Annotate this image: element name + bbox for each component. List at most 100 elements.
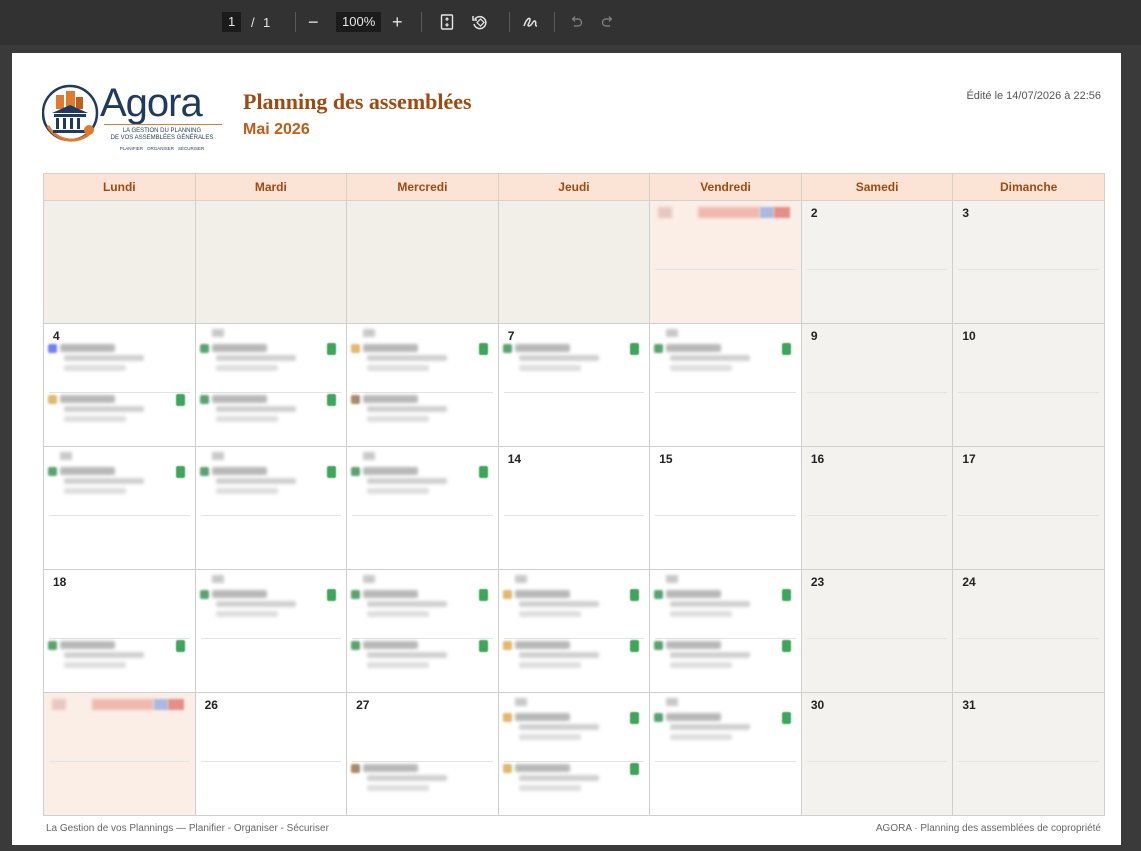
calendar-day-cell[interactable]: 3: [952, 200, 1105, 324]
calendar-day-cell[interactable]: [346, 569, 499, 693]
cell-divider: [806, 392, 948, 393]
calendar-week-row: 23: [43, 200, 1105, 324]
calendar-day-cell[interactable]: [194, 569, 348, 693]
assembly-event[interactable]: [502, 341, 642, 379]
logo-tagline-1: LA GESTION DU PLANNING: [122, 128, 202, 134]
calendar-day-cell[interactable]: [346, 200, 499, 324]
day-number: 16: [810, 452, 825, 466]
calendar-week-row: 4 7 9 10: [43, 323, 1105, 447]
cell-divider: [655, 515, 796, 516]
page-subtitle: Mai 2026: [243, 121, 310, 138]
calendar-day-cell[interactable]: [497, 200, 651, 324]
calendar-day-cell[interactable]: 9: [800, 323, 954, 447]
calendar-day-cell[interactable]: [194, 200, 348, 324]
fit-page-icon[interactable]: [440, 11, 454, 33]
calendar-day-cell[interactable]: [346, 446, 499, 570]
calendar-day-cell[interactable]: 30: [800, 692, 954, 816]
calendar-day-cell[interactable]: [194, 323, 348, 447]
day-number: 3: [962, 206, 970, 220]
weekday-header: Lundi: [43, 173, 196, 201]
day-number: 24: [962, 575, 976, 589]
calendar-day-cell[interactable]: [497, 692, 651, 816]
calendar-day-cell[interactable]: 23: [800, 569, 954, 693]
logo-tagline-2: DE VOS ASSEMBLÉES GÉNÉRALES: [110, 135, 214, 141]
draw-icon[interactable]: [522, 11, 540, 33]
assembly-event[interactable]: [653, 638, 793, 676]
page-number-input[interactable]: 1: [222, 11, 242, 33]
calendar-day-cell[interactable]: [43, 200, 196, 324]
calendar-day-cell[interactable]: 2: [800, 200, 954, 324]
weekday-header: Vendredi: [649, 173, 802, 201]
assembly-event[interactable]: [350, 392, 490, 430]
assembly-event[interactable]: [653, 575, 793, 625]
pdf-toolbar: 1 / 1 − 100% +: [0, 0, 1141, 45]
calendar-day-cell[interactable]: 14: [497, 446, 651, 570]
calendar-day-cell[interactable]: 4: [43, 323, 196, 447]
zoom-out-button[interactable]: −: [308, 11, 319, 33]
calendar-day-cell[interactable]: [649, 569, 802, 693]
calendar-day-cell[interactable]: 17: [952, 446, 1105, 570]
assembly-event[interactable]: [350, 329, 490, 379]
assembly-event[interactable]: [653, 698, 793, 748]
calendar-day-cell[interactable]: 27: [346, 692, 499, 816]
assembly-event[interactable]: [47, 392, 187, 430]
calendar-day-cell[interactable]: [194, 446, 348, 570]
calendar-week-row: 14 15 16 17: [43, 446, 1105, 570]
toolbar-divider: [554, 12, 555, 32]
calendar-day-cell[interactable]: 24: [952, 569, 1105, 693]
assembly-event[interactable]: [199, 452, 339, 502]
calendar-day-cell[interactable]: 18: [43, 569, 196, 693]
calendar-day-cell[interactable]: 31: [952, 692, 1105, 816]
logo-pill: SÉCURISER: [178, 146, 205, 151]
cell-divider: [806, 638, 948, 639]
cell-divider: [958, 638, 1099, 639]
cell-divider: [806, 269, 948, 270]
calendar-day-cell[interactable]: [649, 692, 802, 816]
calendar-day-cell[interactable]: 16: [800, 446, 954, 570]
day-number: 18: [53, 575, 67, 589]
assembly-event[interactable]: [502, 761, 642, 799]
calendar-day-cell[interactable]: [346, 323, 499, 447]
assembly-event[interactable]: [199, 575, 339, 625]
footer-left: La Gestion de vos Plannings — Planifier …: [46, 823, 329, 834]
zoom-value[interactable]: 100%: [336, 12, 382, 32]
calendar-day-cell[interactable]: [649, 200, 802, 324]
calendar-day-cell[interactable]: [43, 692, 196, 816]
calendar-week-row: 18 23 24: [43, 569, 1105, 693]
cell-divider: [352, 515, 493, 516]
assembly-event[interactable]: [502, 698, 642, 748]
footer-right: AGORA · Planning des assemblées de copro…: [875, 823, 1101, 834]
cell-divider: [958, 761, 1099, 762]
assembly-event[interactable]: [350, 638, 490, 676]
assembly-event[interactable]: [47, 638, 187, 676]
zoom-level[interactable]: 100%: [336, 11, 382, 33]
calendar-day-cell[interactable]: 7: [497, 323, 651, 447]
rotate-icon[interactable]: [471, 11, 489, 33]
assembly-event[interactable]: [350, 575, 490, 625]
calendar-day-cell[interactable]: 15: [649, 446, 802, 570]
redo-icon[interactable]: [601, 11, 615, 33]
assembly-event[interactable]: [47, 452, 187, 502]
assembly-event[interactable]: [502, 638, 642, 676]
assembly-event[interactable]: [47, 341, 187, 379]
calendar-day-cell[interactable]: [43, 446, 196, 570]
calendar-day-cell[interactable]: [649, 323, 802, 447]
zoom-in-button[interactable]: +: [392, 11, 403, 33]
page-current[interactable]: 1: [222, 12, 242, 32]
calendar-day-cell[interactable]: 10: [952, 323, 1105, 447]
day-number: 30: [810, 698, 825, 712]
cell-divider: [655, 761, 796, 762]
assembly-event[interactable]: [199, 329, 339, 379]
assembly-event[interactable]: [350, 761, 490, 799]
weekday-header: Samedi: [800, 173, 954, 201]
assembly-event[interactable]: [199, 392, 339, 430]
undo-icon[interactable]: [569, 11, 583, 33]
calendar-day-cell[interactable]: [497, 569, 651, 693]
assembly-event[interactable]: [502, 575, 642, 625]
cell-divider: [655, 269, 796, 270]
cell-divider: [958, 392, 1099, 393]
cell-divider: [958, 269, 1099, 270]
assembly-event[interactable]: [350, 452, 490, 502]
calendar-day-cell[interactable]: 26: [194, 692, 348, 816]
assembly-event[interactable]: [653, 329, 793, 379]
